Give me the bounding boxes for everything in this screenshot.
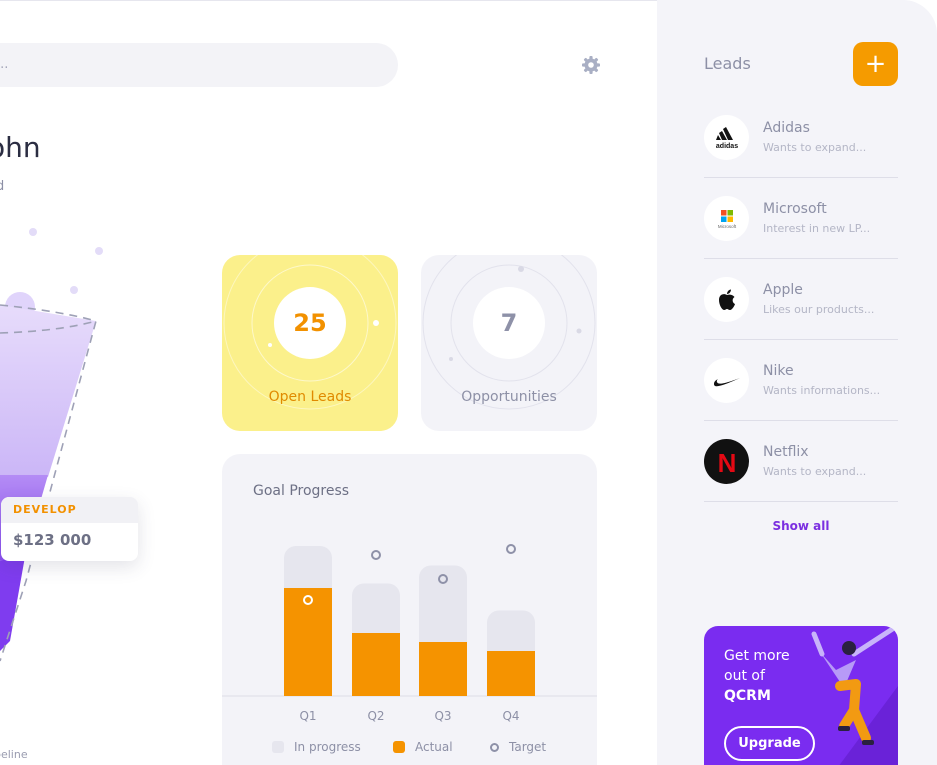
lead-item-apple[interactable]: Apple Likes our products...	[704, 259, 898, 340]
adidas-logo-icon: adidas	[704, 115, 749, 160]
search-placeholder: ...	[0, 57, 9, 72]
netflix-logo-icon: N	[704, 439, 749, 484]
funnel-stage-value: $123 000	[13, 531, 92, 549]
pipeline-caption: peline	[0, 748, 28, 761]
funnel-stage-label: DEVELOP	[1, 497, 138, 523]
lead-list: adidas Adidas Wants to expand... Microso…	[704, 97, 898, 502]
lead-name: Microsoft	[763, 201, 827, 217]
greeting-title: ohn	[0, 131, 41, 164]
legend-in-progress: In progress	[272, 740, 361, 754]
legend-actual: Actual	[393, 740, 453, 754]
add-lead-button[interactable]: +	[853, 42, 898, 86]
legend-actual-label: Actual	[415, 740, 453, 754]
funnel-stage-card[interactable]: DEVELOP $123 000	[1, 497, 138, 561]
microsoft-logo-wordmark: Microsoft	[717, 224, 736, 229]
pipeline-funnel-graphic	[0, 228, 103, 662]
lead-item-nike[interactable]: Nike Wants informations...	[704, 340, 898, 421]
opportunities-count: 7	[473, 287, 545, 359]
search-bar[interactable]: ...	[0, 43, 398, 87]
bar-actual-q3	[419, 642, 467, 696]
lead-item-adidas[interactable]: adidas Adidas Wants to expand...	[704, 97, 898, 178]
target-marker-q2	[371, 550, 381, 560]
microsoft-logo-icon: Microsoft	[704, 196, 749, 241]
main-panel: ... ohn d	[0, 0, 657, 765]
nike-logo-icon	[704, 358, 749, 403]
x-tick-label-q3: Q3	[434, 709, 451, 723]
lead-desc: Wants to expand...	[763, 141, 867, 154]
lead-desc: Interest in new LP...	[763, 222, 871, 235]
promo-line-2: out of	[724, 668, 765, 684]
opportunities-card[interactable]: 7 Opportunities	[421, 255, 597, 431]
leads-title: Leads	[704, 54, 751, 73]
lead-desc: Wants to expand...	[763, 465, 867, 478]
promo-brand: QCRM	[724, 688, 771, 704]
lead-desc: Wants informations...	[763, 384, 881, 397]
open-leads-label: Open Leads	[268, 389, 352, 405]
promo-text: Get more out of QCRM	[724, 646, 824, 706]
show-all-link[interactable]: Show all	[704, 519, 898, 533]
promo-line-1: Get more	[724, 648, 790, 664]
netflix-logo-letter: N	[717, 449, 736, 475]
x-tick-label-q4: Q4	[502, 709, 519, 723]
opportunities-label: Opportunities	[461, 389, 557, 405]
legend-actual-swatch	[393, 741, 405, 753]
lead-name: Netflix	[763, 444, 809, 460]
legend-target: Target	[490, 740, 546, 754]
apple-logo-icon	[704, 277, 749, 322]
x-tick-label-q1: Q1	[299, 709, 316, 723]
upgrade-promo-card: Get more out of QCRM Upgrade	[704, 626, 898, 765]
legend-in-progress-swatch	[272, 741, 284, 753]
greeting-subtitle: d	[0, 179, 4, 194]
legend-target-label: Target	[509, 740, 547, 754]
open-leads-count: 25	[274, 287, 346, 359]
legend-in-progress-label: In progress	[294, 740, 361, 754]
bar-actual-q2	[352, 633, 400, 696]
bar-actual-q4	[487, 651, 535, 696]
legend-target-swatch	[490, 742, 499, 752]
lead-item-netflix[interactable]: N Netflix Wants to expand...	[704, 421, 898, 502]
lead-name: Nike	[763, 363, 794, 379]
lead-name: Adidas	[763, 120, 810, 136]
upgrade-button[interactable]: Upgrade	[724, 726, 815, 761]
x-tick-label-q2: Q2	[367, 709, 384, 723]
goal-progress-chart: Q1 Q2 Q3 Q4	[222, 544, 597, 723]
goal-progress-card: Goal Progress Q1 Q2 Q3 Q4 In progress Actua…	[222, 454, 597, 765]
lead-item-microsoft[interactable]: Microsoft Microsoft Interest in new LP..…	[704, 178, 898, 259]
lead-name: Apple	[763, 282, 803, 298]
leads-sidebar: Leads + adidas Adidas Wants to expand...	[657, 0, 937, 765]
adidas-logo-wordmark: adidas	[715, 143, 737, 150]
target-marker-q4	[506, 544, 516, 554]
settings-gear-icon[interactable]	[581, 55, 601, 75]
open-leads-card[interactable]: 25 Open Leads	[222, 255, 398, 431]
lead-desc: Likes our products...	[763, 303, 875, 316]
